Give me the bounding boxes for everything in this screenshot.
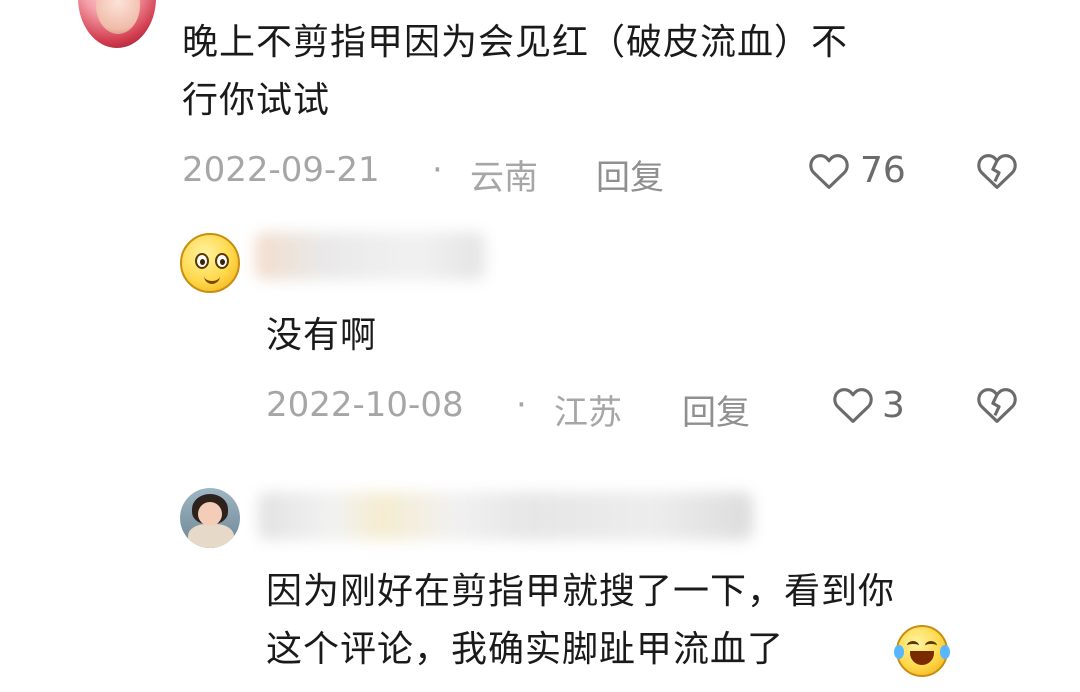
meta-separator: · [516, 385, 527, 425]
username-blurred[interactable] [255, 232, 485, 280]
comment-reply-button[interactable]: 回复 [596, 150, 664, 199]
reply-date: 2022-10-08 [266, 385, 464, 425]
broken-heart-icon[interactable] [976, 386, 1018, 424]
comment-text-line-1: 晚上不剪指甲因为会见红（破皮流血）不 [182, 22, 849, 63]
username-blurred[interactable] [258, 492, 753, 540]
commenter-avatar[interactable] [78, 0, 156, 48]
reply-text: 没有啊 [266, 315, 378, 356]
heart-outline-icon[interactable] [808, 152, 850, 190]
meta-separator: · [432, 150, 443, 190]
reply-location: 江苏 [554, 393, 622, 433]
comment-text-line-2: 行你试试 [182, 80, 331, 121]
comment-like-count: 76 [860, 150, 906, 191]
reply-like-count: 3 [882, 385, 905, 426]
reply-text-line-1: 因为刚好在剪指甲就搜了一下，看到你 [266, 571, 896, 612]
comment-date: 2022-09-21 [182, 150, 380, 190]
reply-avatar-photo[interactable] [180, 488, 240, 548]
reply-avatar-emoji[interactable] [180, 233, 240, 293]
reply-reply-button[interactable]: 回复 [682, 385, 750, 434]
heart-outline-icon[interactable] [832, 386, 874, 424]
reply-text-line-2: 这个评论，我确实脚趾甲流血了 [266, 629, 785, 670]
tears-of-joy-emoji [894, 625, 950, 677]
comment-location: 云南 [470, 158, 538, 198]
broken-heart-icon[interactable] [976, 152, 1018, 190]
